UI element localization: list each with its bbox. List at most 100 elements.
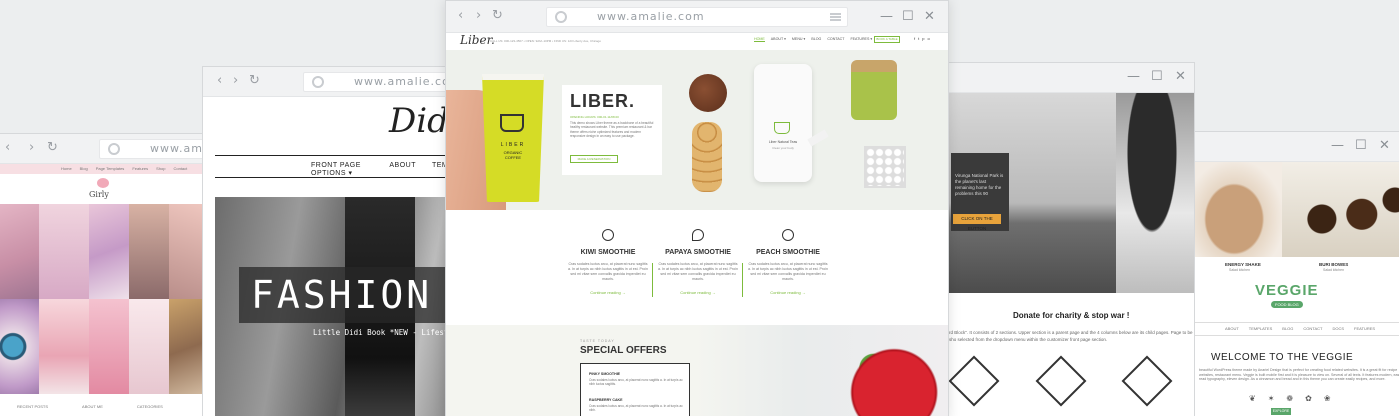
kiwi-icon (602, 229, 614, 241)
back-arrow-icon[interactable]: ‹ (458, 9, 463, 23)
nav-item-features[interactable]: FEATURES ▾ (850, 37, 872, 42)
url-text: www.amalie.com (597, 10, 705, 23)
forward-arrow-icon[interactable]: › (476, 9, 481, 23)
reload-icon[interactable]: ↻ (249, 74, 260, 88)
nav-item[interactable]: Shop (156, 166, 165, 171)
girly-logo[interactable]: Girly (89, 190, 109, 199)
reservation-button[interactable]: MAKE A RESERVATION (570, 155, 618, 163)
maximize-icon[interactable]: ☐ (1151, 69, 1163, 85)
item-sub: Salad kitchen (1229, 268, 1251, 272)
nav-item[interactable]: FEATURES (1354, 326, 1375, 331)
nav-item[interactable]: Blog (80, 166, 88, 171)
arrow-badge-icon[interactable] (1035, 355, 1087, 407)
donate-title: Donate for charity & stop war ! (1013, 311, 1130, 320)
browser-chrome: — ☐ ✕ (1195, 132, 1399, 162)
minimize-icon[interactable]: — (1331, 138, 1344, 154)
browser-window-girly: ‹ › ↻ www.amali Home Blog Page Templates… (0, 133, 216, 416)
apple-icon: ✿ (1305, 394, 1312, 403)
coffee-cup: LIBER ORGANIC COFFEE (482, 74, 544, 202)
close-icon[interactable]: ✕ (1379, 138, 1390, 154)
forward-arrow-icon[interactable]: › (233, 74, 238, 88)
smoothie-title: PEACH SMOOTHIE (756, 249, 820, 256)
maximize-icon[interactable]: ☐ (902, 9, 914, 25)
photo-tile[interactable] (89, 299, 129, 394)
photo-tile[interactable] (0, 204, 39, 299)
smoothie-title: KIWI SMOOTHIE (580, 249, 636, 256)
bear-badge-icon[interactable] (948, 355, 1000, 407)
hero-title: LIBER. (570, 91, 636, 111)
continue-link[interactable]: Continue reading → (658, 290, 738, 295)
footer-heading: CATEGORIES (136, 404, 163, 409)
maximize-icon[interactable]: ☐ (1355, 138, 1367, 154)
address-bar[interactable]: www.amalie.com (546, 7, 848, 27)
photo-tile[interactable] (129, 204, 169, 299)
nav-item-blog[interactable]: BLOG (811, 37, 821, 42)
nav-item[interactable]: Home (61, 166, 72, 171)
photo-energy-shake[interactable] (1195, 162, 1282, 257)
nav-item-front-page-options[interactable]: FRONT PAGE OPTIONS ▾ (311, 162, 373, 177)
smoothie-body: Cras sodales luctus arcu, at placerat nu… (658, 262, 738, 281)
offer-name: PINKY SMOOTHIE (589, 372, 621, 376)
photo-tile[interactable] (39, 299, 89, 394)
photo-tile[interactable] (129, 299, 169, 394)
menu-icon[interactable] (830, 13, 841, 21)
nav-item[interactable]: Features (132, 166, 148, 171)
nav-cta-button[interactable]: BOOK A TABLE (874, 36, 900, 43)
back-arrow-icon[interactable]: ‹ (217, 74, 222, 88)
hero-button[interactable]: CLICK ON THE BUTTON (953, 214, 1001, 231)
close-icon[interactable]: ✕ (1175, 69, 1186, 85)
smoothie-body: Cras sodales luctus arcu, at placerat nu… (748, 262, 828, 281)
pinterest-icon[interactable]: p (922, 36, 924, 41)
browser-window-charity: — ☐ ✕ Virunga National Park is the plane… (930, 62, 1195, 416)
browser-chrome: ‹ › ↻ www.amalie.com (203, 67, 461, 97)
nav-item[interactable]: Contact (173, 166, 187, 171)
offers-title: SPECIAL OFFERS (580, 345, 667, 356)
nav-item[interactable]: BLOG (1282, 326, 1293, 331)
address-bar[interactable]: www.amalie.com (303, 72, 461, 92)
nav-item-home[interactable]: HOME (754, 37, 765, 42)
reload-icon[interactable]: ↻ (492, 9, 503, 23)
back-arrow-icon[interactable]: ‹ (5, 141, 10, 155)
address-bar[interactable]: www.amali (99, 139, 215, 159)
nav-item[interactable]: Page Templates (96, 166, 125, 171)
nav-item-about[interactable]: ABOUT ▾ (771, 37, 786, 42)
cup-brand: LIBER (500, 142, 526, 148)
photo-buri-bowes[interactable] (1282, 162, 1399, 257)
nav-item-contact[interactable]: CONTACT (827, 37, 844, 42)
facebook-icon[interactable]: f (914, 36, 915, 41)
close-icon[interactable]: ✕ (924, 9, 935, 25)
nav-item-menu[interactable]: MENU ▾ (792, 37, 805, 42)
divider-vertical (652, 263, 653, 297)
browser-window-veggie: — ☐ ✕ ENERGY SHAKE Salad kitchen BURI BO… (1194, 131, 1399, 416)
photo-tile[interactable] (39, 204, 89, 299)
nav-item[interactable]: CONTACT (1303, 326, 1322, 331)
nav-item[interactable]: DOCS (1332, 326, 1344, 331)
minimize-icon[interactable]: — (1127, 69, 1140, 85)
continue-link[interactable]: Continue reading → (748, 290, 828, 295)
offers-card: PINKY SMOOTHIE Cras sodales luctus arcu,… (580, 363, 690, 416)
nav-item[interactable]: ABOUT (1225, 326, 1239, 331)
liber-hero: LIBER ORGANIC COFFEE LIBER. OPENING HOUR… (446, 50, 948, 210)
forward-arrow-icon[interactable]: › (29, 141, 34, 155)
instagram-icon[interactable]: o (927, 36, 929, 41)
minimize-icon[interactable]: — (880, 9, 893, 25)
hero-body: This demo shows Liber theme as a backbon… (570, 121, 654, 139)
smoothie-col-1: KIWI SMOOTHIE Cras sodales luctus arcu, … (568, 229, 648, 295)
veggie-nav: ABOUT TEMPLATES BLOG CONTACT DOCS FEATUR… (1225, 326, 1375, 331)
teapot-spout (807, 129, 829, 147)
divider (215, 155, 461, 156)
city-badge-icon[interactable] (1121, 355, 1173, 407)
veggie-button[interactable]: EXPLORE (1271, 408, 1291, 415)
twitter-icon[interactable]: t (918, 36, 919, 41)
veggie-logo[interactable]: VEGGIE (1255, 282, 1319, 299)
nav-item-about[interactable]: ABOUT (389, 162, 416, 177)
continue-link[interactable]: Continue reading → (568, 290, 648, 295)
kettle-sublabel: Clean your body (772, 146, 794, 150)
reload-icon[interactable]: ↻ (47, 141, 58, 155)
photo-tile[interactable] (0, 299, 39, 394)
browser-window-liber: ‹ › ↻ www.amalie.com — ☐ ✕ Liber. CALL U… (445, 0, 949, 416)
nav-item[interactable]: TEMPLATES (1249, 326, 1273, 331)
photo-tile[interactable] (89, 204, 129, 299)
browser-chrome: ‹ › ↻ www.amalie.com — ☐ ✕ (446, 1, 948, 33)
fork-icon: ✶ (1267, 394, 1275, 403)
